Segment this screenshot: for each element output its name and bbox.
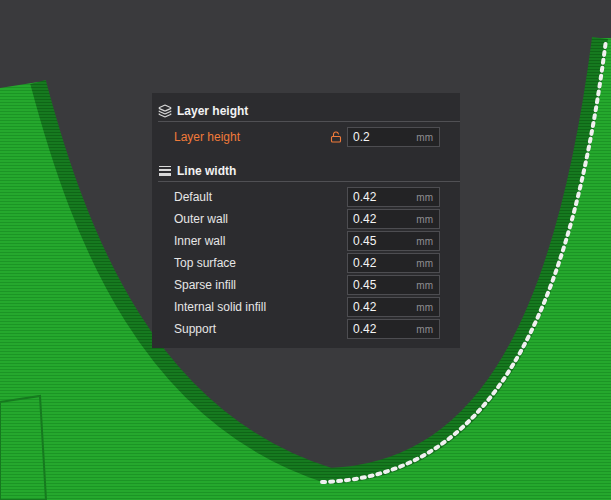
- section-title: Line width: [177, 164, 236, 178]
- field-unit: mm: [416, 280, 433, 291]
- section-header: Layer height: [158, 102, 460, 122]
- setting-label: Internal solid infill: [174, 300, 347, 314]
- section-header: Line width: [158, 162, 460, 182]
- value-field[interactable]: 0.42mm: [347, 253, 440, 273]
- field-value[interactable]: 0.42: [353, 256, 416, 270]
- setting-row: Top surface0.42mm: [152, 252, 460, 274]
- setting-label: Layer height: [174, 130, 329, 144]
- setting-row: Internal solid infill0.42mm: [152, 296, 460, 318]
- field-value[interactable]: 0.2: [353, 130, 416, 144]
- field-unit: mm: [416, 258, 433, 269]
- line-width-icon: [158, 164, 172, 178]
- lock-open-icon[interactable]: [330, 131, 342, 143]
- field-unit: mm: [416, 192, 433, 203]
- field-value[interactable]: 0.42: [353, 212, 416, 226]
- value-field[interactable]: 0.42mm: [347, 209, 440, 229]
- field-unit: mm: [416, 132, 433, 143]
- setting-label: Support: [174, 322, 347, 336]
- value-field[interactable]: 0.2mm: [347, 127, 440, 147]
- model-body: [0, 38, 611, 500]
- settings-section: Layer height Layer height 0.2mm: [152, 102, 460, 148]
- settings-section: Line widthDefault0.42mmOuter wall0.42mmI…: [152, 162, 460, 340]
- model-inner-wall: [38, 38, 600, 476]
- field-value[interactable]: 0.45: [353, 234, 416, 248]
- field-unit: mm: [416, 214, 433, 225]
- field-value[interactable]: 0.42: [353, 300, 416, 314]
- setting-row: Layer height 0.2mm: [152, 126, 460, 148]
- value-field[interactable]: 0.42mm: [347, 319, 440, 339]
- field-value[interactable]: 0.42: [353, 322, 416, 336]
- setting-row: Sparse infill0.45mm: [152, 274, 460, 296]
- value-field[interactable]: 0.42mm: [347, 297, 440, 317]
- setting-row: Outer wall0.42mm: [152, 208, 460, 230]
- value-field[interactable]: 0.42mm: [347, 187, 440, 207]
- lock-toggle[interactable]: [329, 131, 343, 143]
- setting-label: Sparse infill: [174, 278, 347, 292]
- section-title: Layer height: [177, 104, 248, 118]
- setting-label: Inner wall: [174, 234, 347, 248]
- setting-row: Support0.42mm: [152, 318, 460, 340]
- value-field[interactable]: 0.45mm: [347, 275, 440, 295]
- field-unit: mm: [416, 236, 433, 247]
- field-unit: mm: [416, 324, 433, 335]
- setting-label: Top surface: [174, 256, 347, 270]
- layers-icon: [158, 104, 172, 118]
- field-unit: mm: [416, 302, 433, 313]
- setting-row: Inner wall0.45mm: [152, 230, 460, 252]
- setting-row: Default0.42mm: [152, 186, 460, 208]
- field-value[interactable]: 0.42: [353, 190, 416, 204]
- setting-label: Default: [174, 190, 347, 204]
- model-block: [0, 396, 46, 500]
- settings-panel: Layer heightLayer height0.2mmLine widthD…: [152, 93, 460, 348]
- viewport: Layer heightLayer height0.2mmLine widthD…: [0, 0, 611, 500]
- value-field[interactable]: 0.45mm: [347, 231, 440, 251]
- setting-label: Outer wall: [174, 212, 347, 226]
- field-value[interactable]: 0.45: [353, 278, 416, 292]
